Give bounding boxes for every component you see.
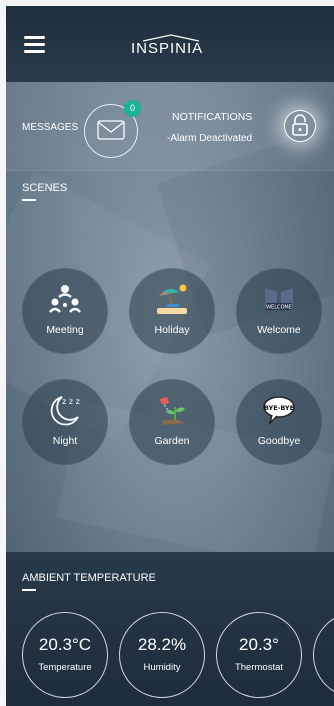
humidity-value: 28.2% bbox=[137, 635, 187, 654]
envelope-icon bbox=[97, 120, 125, 140]
next-gauge-partial[interactable] bbox=[313, 612, 334, 698]
svg-text:z z z: z z z bbox=[62, 397, 80, 406]
logo-text: INSPINIA bbox=[131, 40, 204, 57]
garden-icon bbox=[159, 397, 185, 425]
scene-label: Goodbye bbox=[257, 435, 301, 447]
thermostat-label: Thermostat bbox=[234, 662, 284, 673]
scene-goodbye-button[interactable]: BYE-BYE Goodbye bbox=[236, 379, 322, 465]
meeting-icon bbox=[49, 285, 81, 313]
notifications-text: -Alarm Deactivated bbox=[167, 133, 253, 144]
scene-label: Garden bbox=[154, 435, 190, 447]
thermostat-gauge[interactable]: 20.3° Thermostat bbox=[216, 612, 302, 698]
app-logo: INSPINIA bbox=[131, 34, 221, 64]
scene-garden-button[interactable]: Garden bbox=[129, 379, 215, 465]
scene-label: Night bbox=[52, 435, 78, 447]
ambient-title-underline bbox=[22, 589, 36, 591]
scenes-title: SCENES bbox=[22, 182, 68, 194]
svg-text:BYE-BYE: BYE-BYE bbox=[264, 404, 294, 412]
scene-night-button[interactable]: z z z Night bbox=[22, 379, 108, 465]
humidity-gauge[interactable]: 28.2% Humidity bbox=[119, 612, 205, 698]
notifications-title: NOTIFICATIONS bbox=[172, 111, 253, 123]
messages-label: MESSAGES bbox=[22, 122, 79, 133]
scene-meeting-button[interactable]: Meeting bbox=[22, 268, 108, 354]
messages-count-badge: 0 bbox=[124, 100, 141, 117]
svg-text:WELCOME: WELCOME bbox=[266, 305, 292, 311]
scene-welcome-button[interactable]: WELCOME Welcome bbox=[236, 268, 322, 354]
lock-button[interactable] bbox=[284, 110, 316, 142]
app-screen: INSPINIA MESSAGES 0 NOTIFICATIONS -Alarm… bbox=[6, 6, 334, 706]
temperature-value: 20.3°C bbox=[38, 635, 92, 654]
logo-roof-icon bbox=[142, 34, 200, 42]
humidity-label: Humidity bbox=[143, 662, 181, 673]
scene-label: Holiday bbox=[154, 324, 190, 336]
temperature-label: Temperature bbox=[38, 662, 92, 673]
menu-icon[interactable] bbox=[24, 36, 45, 53]
scenes-title-underline bbox=[22, 199, 36, 201]
temperature-gauge[interactable]: 20.3°C Temperature bbox=[22, 612, 108, 698]
holiday-icon bbox=[157, 284, 187, 314]
welcome-icon: WELCOME bbox=[265, 288, 293, 311]
thermostat-value: 20.3° bbox=[239, 635, 279, 654]
scene-holiday-button[interactable]: Holiday bbox=[129, 268, 215, 354]
scene-label: Meeting bbox=[46, 324, 84, 336]
ambient-title: AMBIENT TEMPERATURE bbox=[22, 572, 156, 584]
lock-icon bbox=[292, 114, 308, 136]
scene-label: Welcome bbox=[257, 324, 301, 336]
night-icon: z z z bbox=[50, 396, 80, 426]
top-header: INSPINIA bbox=[6, 6, 334, 82]
status-bar: MESSAGES 0 NOTIFICATIONS -Alarm Deactiva… bbox=[6, 82, 334, 171]
goodbye-icon: BYE-BYE bbox=[263, 396, 295, 426]
ambient-temperature-panel: AMBIENT TEMPERATURE 20.3°C Temperature 2… bbox=[6, 552, 334, 706]
